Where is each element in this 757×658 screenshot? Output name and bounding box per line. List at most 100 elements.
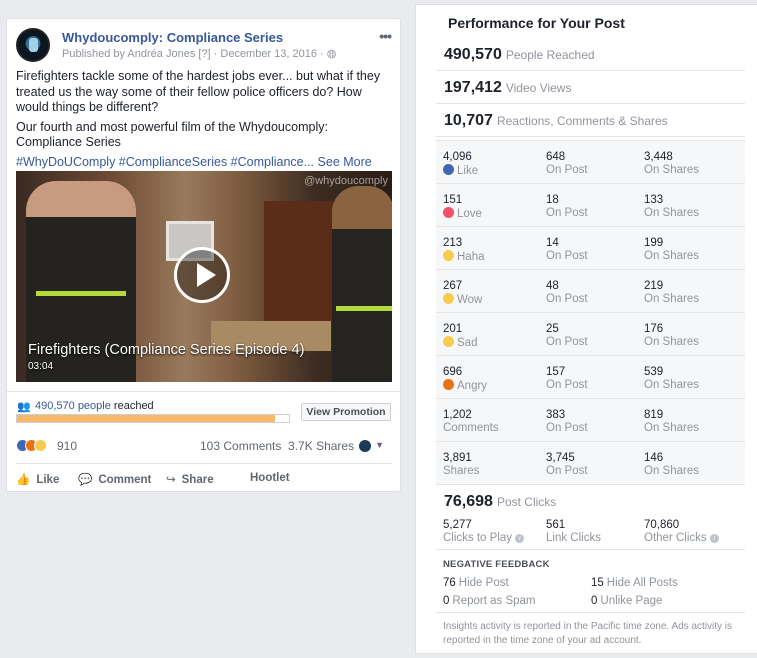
on-shares-cell: 219 On Shares bbox=[644, 280, 699, 305]
reach-count-link[interactable]: 490,570 people bbox=[35, 400, 111, 412]
reaction-row: 201 Sad 25 On Post 176 On Shares bbox=[436, 313, 745, 356]
on-post-cell: 383 On Post bbox=[546, 409, 588, 434]
hootlet-button[interactable]: Hootlet bbox=[250, 472, 290, 484]
clicks-to-play-cell: 5,277 Clicks to Play i bbox=[443, 519, 525, 545]
reaction-total-value: 267 bbox=[443, 280, 463, 292]
on-post-cell: 648 On Post bbox=[546, 151, 588, 176]
engagement-metric: 10,707 Reactions, Comments & Shares bbox=[436, 104, 745, 137]
reaction-name: Love bbox=[457, 207, 482, 220]
on-shares-label: On Shares bbox=[644, 421, 699, 434]
video-views-value: 197,412 bbox=[444, 79, 502, 96]
on-post-value: 648 bbox=[546, 151, 566, 163]
reaction-breakdown-table: 4,096 Like 648 On Post 3,448 On Shares 151 Love… bbox=[436, 140, 745, 485]
on-post-cell: 157 On Post bbox=[546, 366, 588, 391]
on-post-value: 18 bbox=[546, 194, 559, 206]
like-button[interactable]: 👍 Like bbox=[16, 472, 59, 486]
on-shares-cell: 146 On Shares bbox=[644, 452, 699, 477]
on-post-label: On Post bbox=[546, 378, 588, 391]
info-icon[interactable]: i bbox=[515, 534, 525, 543]
on-shares-value: 133 bbox=[644, 194, 664, 206]
wow-icon bbox=[443, 292, 454, 304]
engagement-label: Reactions, Comments & Shares bbox=[496, 114, 668, 128]
reach-text: 490,570 people reached bbox=[35, 400, 154, 412]
on-shares-value: 199 bbox=[644, 237, 664, 249]
hide-post-stat: 76 Hide Post bbox=[443, 577, 509, 589]
unlike-page-stat: 0 Unlike Page bbox=[591, 595, 662, 607]
report-spam-value: 0 bbox=[443, 595, 450, 607]
clicks-to-play-value: 5,277 bbox=[443, 519, 472, 531]
on-post-label: On Post bbox=[546, 464, 588, 477]
unlike-page-value: 0 bbox=[591, 595, 598, 607]
page-name-link[interactable]: Whydoucomply: Compliance Series bbox=[62, 30, 283, 45]
acting-as-avatar[interactable] bbox=[359, 440, 371, 452]
video-player[interactable]: @whydoucomply Firefighters (Compliance S… bbox=[16, 171, 392, 382]
comment-icon: 💬 bbox=[78, 474, 93, 486]
on-shares-cell: 3,448 On Shares bbox=[644, 151, 699, 176]
on-shares-label: On Shares bbox=[644, 335, 699, 348]
on-post-cell: 25 On Post bbox=[546, 323, 588, 348]
report-spam-stat: 0 Report as Spam bbox=[443, 595, 536, 607]
on-post-value: 157 bbox=[546, 366, 566, 378]
reaction-name: Angry bbox=[457, 379, 488, 392]
reaction-name: Comments bbox=[443, 421, 499, 434]
reaction-total-cell: 201 Sad bbox=[443, 323, 477, 349]
like-icon bbox=[443, 163, 454, 175]
people-reached-value: 490,570 bbox=[444, 46, 502, 63]
on-shares-label: On Shares bbox=[644, 163, 699, 176]
post-actions: 👍 Like 💬 Comment ↪ Share Hootlet bbox=[16, 463, 392, 493]
on-post-cell: 48 On Post bbox=[546, 280, 588, 305]
share-button[interactable]: ↪ Share bbox=[166, 472, 214, 486]
post-meta: Published by Andréa Jones [?] · December… bbox=[62, 47, 336, 60]
on-shares-label: On Shares bbox=[644, 206, 699, 219]
on-post-value: 383 bbox=[546, 409, 566, 421]
post-card: Whydoucomply: Compliance Series Publishe… bbox=[6, 18, 401, 492]
reaction-total-cell: 4,096 Like bbox=[443, 151, 478, 177]
shares-count-link[interactable]: 3.7K Shares bbox=[288, 439, 354, 453]
on-post-label: On Post bbox=[546, 421, 588, 434]
play-icon[interactable] bbox=[174, 247, 230, 303]
report-spam-label: Report as Spam bbox=[452, 595, 536, 607]
on-post-label: On Post bbox=[546, 292, 588, 305]
page-avatar[interactable] bbox=[16, 28, 50, 62]
video-scene-firefighter-right bbox=[332, 186, 392, 382]
reach-progress-fill bbox=[17, 415, 276, 422]
reaction-row: 696 Angry 157 On Post 539 On Shares bbox=[436, 356, 745, 399]
reaction-total-value: 1,202 bbox=[443, 409, 472, 421]
hootlet-label: Hootlet bbox=[250, 472, 290, 484]
angry-icon bbox=[443, 378, 454, 390]
video-watermark: @whydoucomply bbox=[304, 175, 388, 187]
on-shares-value: 539 bbox=[644, 366, 664, 378]
comments-count-link[interactable]: 103 Comments bbox=[200, 439, 281, 453]
on-post-label: On Post bbox=[546, 163, 588, 176]
video-views-label: Video Views bbox=[505, 81, 572, 95]
reaction-total-cell: 3,891 Shares bbox=[443, 452, 479, 477]
other-clicks-value: 70,860 bbox=[644, 519, 680, 531]
reaction-count[interactable]: 910 bbox=[57, 439, 77, 453]
reaction-icons[interactable] bbox=[16, 437, 47, 455]
post-clicks-section: 76,698 Post Clicks 5,277 Clicks to Play i… bbox=[436, 485, 745, 550]
chevron-down-icon[interactable]: ▼ bbox=[375, 440, 384, 450]
globe-icon: ◍ bbox=[326, 48, 337, 60]
people-reached-label: People Reached bbox=[505, 48, 595, 62]
video-title: Firefighters (Compliance Series Episode … bbox=[28, 342, 305, 358]
reaction-total-value: 201 bbox=[443, 323, 463, 335]
more-options-icon[interactable]: ••• bbox=[379, 28, 392, 44]
info-icon[interactable]: i bbox=[709, 534, 719, 543]
reaction-name: Shares bbox=[443, 464, 480, 477]
see-more-link[interactable]: See More bbox=[318, 155, 372, 169]
unlike-page-label: Unlike Page bbox=[600, 595, 663, 607]
view-promotion-button[interactable]: View Promotion bbox=[301, 403, 391, 421]
reaction-row: 213 Haha 14 On Post 199 On Shares bbox=[436, 227, 745, 270]
comment-button[interactable]: 💬 Comment bbox=[78, 472, 151, 486]
reaction-total-value: 3,891 bbox=[443, 452, 472, 464]
on-shares-label: On Shares bbox=[644, 249, 699, 262]
reach-row: 👥 490,570 people reached View Promotion bbox=[7, 391, 400, 423]
clicks-to-play-label: Clicks to Play bbox=[443, 532, 513, 544]
reaction-total-value: 213 bbox=[443, 237, 463, 249]
wow-reaction-icon bbox=[34, 439, 47, 453]
comment-label: Comment bbox=[98, 474, 152, 486]
timezone-footnote: Insights activity is reported in the Pac… bbox=[443, 621, 733, 646]
post-clicks-value: 76,698 bbox=[444, 493, 493, 510]
hashtags-link[interactable]: #WhyDoUComply #ComplianceSeries #Complia… bbox=[16, 155, 314, 169]
other-clicks-cell: 70,860 Other Clicks i bbox=[644, 519, 719, 545]
